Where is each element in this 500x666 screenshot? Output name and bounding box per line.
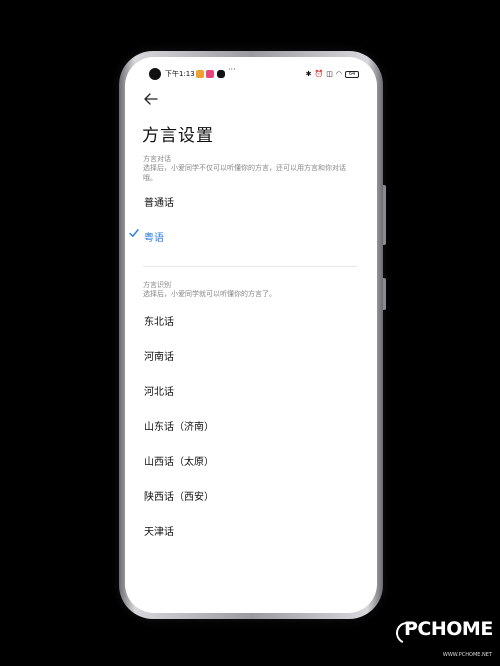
section-desc-dialect-recognition: 选择后，小爱同学就可以听懂你的方言了。 xyxy=(143,290,276,298)
silent-icon: ◫ xyxy=(326,70,333,78)
weibo-notification-icon xyxy=(196,70,204,78)
pchome-watermark: PCHOME WWW.PCHOME.NET xyxy=(392,618,493,658)
option-henan[interactable]: 河南话 xyxy=(125,341,377,369)
section-divider xyxy=(143,266,357,267)
battery-level: 64 xyxy=(348,70,356,77)
watermark-url: WWW.PCHOME.NET xyxy=(442,652,492,658)
option-label: 河南话 xyxy=(144,352,174,363)
option-label: 山东话（济南） xyxy=(144,422,214,433)
option-hebei[interactable]: 河北话 xyxy=(125,376,377,404)
camera-hole xyxy=(149,68,161,80)
option-label: 山西话（太原） xyxy=(144,457,214,468)
option-dongbei[interactable]: 东北话 xyxy=(125,306,377,334)
check-icon xyxy=(129,229,139,237)
option-shaanxi-xian[interactable]: 陕西话（西安） xyxy=(125,481,377,509)
watermark-brand: PCHOME xyxy=(404,618,493,640)
option-label: 普通话 xyxy=(144,198,174,209)
option-label: 粤语 xyxy=(144,233,164,244)
power-key xyxy=(383,278,386,310)
status-icons: ✱ ⏰ ◫ ◠ 64 xyxy=(306,68,359,80)
option-cantonese[interactable]: 粤语 xyxy=(125,222,377,250)
phone-screen: 下午1:13 ··· ✱ ⏰ ◫ ◠ 64 方言设置 方言对话 选择后，小爱同学… xyxy=(125,57,377,613)
page-title: 方言设置 xyxy=(142,126,214,146)
battery-icon: 64 xyxy=(345,70,359,78)
tiktok-notification-icon xyxy=(217,70,225,78)
option-mandarin[interactable]: 普通话 xyxy=(125,187,377,215)
option-label: 东北话 xyxy=(144,317,174,328)
volume-key xyxy=(383,185,386,245)
status-bar: 下午1:13 ··· ✱ ⏰ ◫ ◠ 64 xyxy=(125,57,377,95)
back-button[interactable] xyxy=(141,89,161,109)
section-desc-dialect-chat: 选择后，小爱同学不仅可以听懂你的方言，还可以用方言和你对话哦。 xyxy=(143,164,346,182)
option-tianjin[interactable]: 天津话 xyxy=(125,516,377,544)
option-shanxi-taiyuan[interactable]: 山西话（太原） xyxy=(125,446,377,474)
option-label: 陕西话（西安） xyxy=(144,492,214,503)
alarm-icon: ⏰ xyxy=(314,70,324,78)
more-notifications-icon: ··· xyxy=(228,65,236,74)
bluetooth-icon: ✱ xyxy=(305,70,312,78)
option-label: 河北话 xyxy=(144,387,174,398)
option-label: 天津话 xyxy=(144,527,174,538)
wifi-icon: ◠ xyxy=(335,70,342,78)
status-time: 下午1:13 xyxy=(165,70,195,78)
option-shandong-jinan[interactable]: 山东话（济南） xyxy=(125,411,377,439)
app-notification-icon xyxy=(206,70,214,78)
